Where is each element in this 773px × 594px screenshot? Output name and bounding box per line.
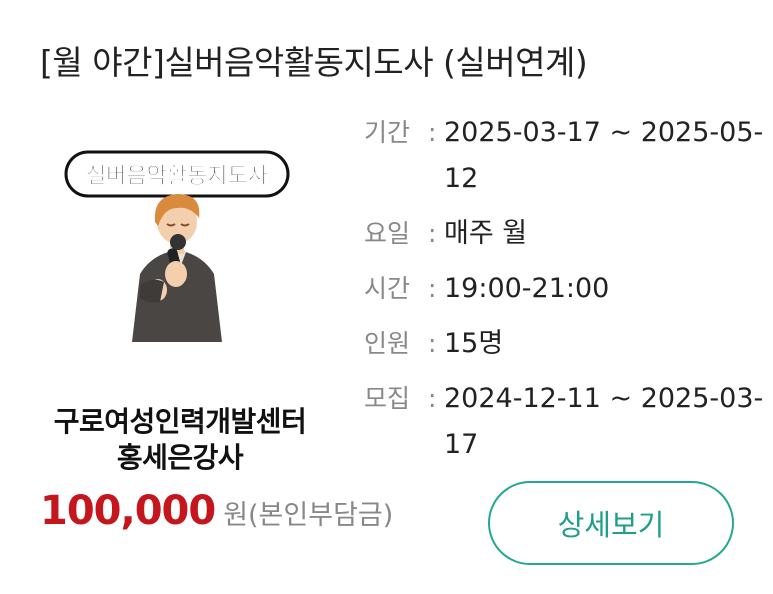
organization-name: 구로여성인력개발센터: [53, 405, 307, 438]
info-colon: :: [428, 329, 437, 358]
info-value: 2024-12-11 ~ 2025-03-17: [444, 383, 764, 460]
program-info: 기간 : 2025-03-17 ~ 2025-05-12 요일 : 매주 월 시…: [364, 110, 764, 477]
info-row-period: 기간 : 2025-03-17 ~ 2025-05-12: [364, 110, 764, 202]
info-row-day: 요일 : 매주 월: [364, 211, 764, 257]
info-value: 2025-03-17 ~ 2025-05-12: [444, 117, 764, 194]
program-card: [월 야간]실버음악활동지도사 (실버연계) 실버음악활동지도사 구로여성인력개…: [0, 0, 773, 594]
detail-button[interactable]: 상세보기: [488, 481, 734, 565]
info-label: 요일: [364, 219, 411, 248]
price-value: 100,000: [40, 488, 216, 534]
info-row-capacity: 인원 : 15명: [364, 321, 764, 367]
info-label: 시간: [364, 274, 411, 303]
thumbnail-caption: 실버음악활동지도사: [86, 164, 269, 189]
info-colon: :: [428, 219, 437, 248]
info-label: 기간: [364, 118, 411, 147]
price-suffix: 원(본인부담금): [223, 500, 394, 531]
info-colon: :: [428, 118, 437, 147]
info-value: 매주 월: [444, 218, 528, 249]
info-value: 19:00-21:00: [444, 273, 610, 304]
info-row-recruitment: 모집 : 2024-12-11 ~ 2025-03-17: [364, 376, 764, 468]
program-thumbnail[interactable]: 실버음악활동지도사: [40, 126, 314, 342]
organization: 구로여성인력개발센터 홍세은강사: [30, 404, 330, 476]
info-label: 인원: [364, 329, 411, 358]
singer-illustration: 실버음악활동지도사: [64, 150, 290, 342]
info-colon: :: [428, 384, 437, 413]
instructor-name: 홍세은강사: [116, 441, 244, 474]
price-row: 100,000 원(본인부담금): [40, 488, 393, 534]
info-row-time: 시간 : 19:00-21:00: [364, 266, 764, 312]
program-title: [월 야간]실버음악활동지도사 (실버연계): [40, 43, 588, 82]
info-value: 15명: [444, 328, 504, 359]
info-label: 모집: [364, 384, 411, 413]
info-colon: :: [428, 274, 437, 303]
